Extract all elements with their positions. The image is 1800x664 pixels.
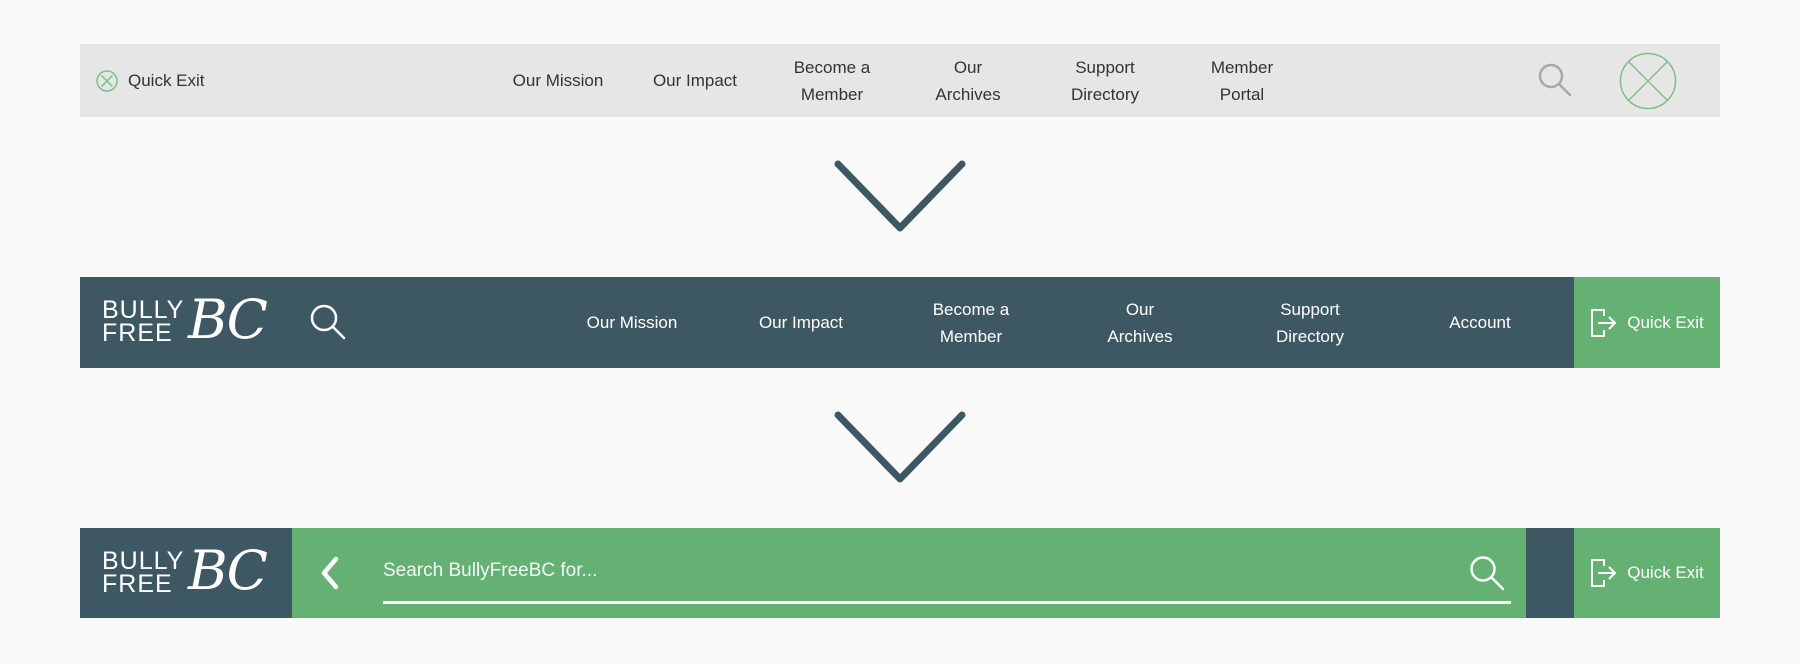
search-open-bar: BULLY FREE BC Quick Exit [80,528,1720,618]
nav-support-directory[interactable]: Support Directory [1235,277,1385,368]
bullyfreebc-logo[interactable]: BULLY FREE BC [102,542,272,602]
nav-label-line1: Our [1125,299,1155,319]
search-icon[interactable] [308,302,350,344]
exit-door-icon [1591,559,1617,587]
nav-our-impact[interactable]: Our Impact [627,44,763,117]
nav-our-impact[interactable]: Our Impact [726,277,876,368]
nav-label-line1: Our [953,57,983,77]
nav-our-archives[interactable]: Our Archives [1065,277,1215,368]
nav-label: Our Mission [512,71,604,90]
wireframe-nav-bar: Quick Exit Our Mission Our Impact Become… [80,44,1720,117]
exit-door-icon [1591,308,1617,337]
nav-label-line2: Archives [935,84,1001,104]
logo-script: BC [188,288,268,351]
nav-member-portal[interactable]: Member Portal [1174,44,1310,117]
nav-label: Account [1449,313,1511,332]
logo-wordmark: BULLY FREE [102,298,184,347]
header-bar: BULLY FREE BC Our Mission Our Impact Bec… [80,277,1720,368]
quick-exit-label: Quick Exit [1627,563,1704,582]
nav-account[interactable]: Account [1405,277,1555,368]
nav-label-line2: Directory [1275,326,1344,346]
nav-label-line1: Support [1075,57,1135,77]
search-panel [292,528,1526,618]
bullyfreebc-logo[interactable]: BULLY FREE BC [102,291,272,351]
nav-label-line2: Directory [1070,84,1139,104]
nav-label: Our Impact [758,313,844,332]
chevron-left-icon[interactable] [318,555,342,591]
logo-wordmark: BULLY FREE [102,549,184,598]
chevron-down-icon [834,411,966,483]
circle-x-icon[interactable] [1618,51,1678,111]
logo-line2: FREE [102,319,173,347]
quick-exit-label: Quick Exit [1627,312,1704,332]
search-input-underline [383,601,1511,604]
nav-label: Our Impact [652,71,738,90]
search-icon[interactable] [1536,61,1576,101]
logo-script: BC [188,539,268,602]
logo-line2: FREE [102,570,173,598]
search-input[interactable] [383,548,1423,594]
search-icon[interactable] [1468,554,1508,594]
nav-support-directory[interactable]: Support Directory [1037,44,1173,117]
nav-label-line2: Member [800,84,864,104]
nav-label-line1: Member [1210,57,1274,77]
nav-our-mission[interactable]: Our Mission [557,277,707,368]
nav-label-line1: Support [1280,299,1340,319]
chevron-down-icon [834,160,966,232]
nav-label-line2: Archives [1107,326,1173,346]
quick-exit-button[interactable]: Quick Exit [1574,277,1720,368]
nav-label-line1: Become a [793,57,871,77]
nav-label-line2: Member [939,326,1003,346]
quick-exit-button[interactable]: Quick Exit [1574,528,1720,618]
nav-label-line2: Portal [1219,84,1265,104]
nav-our-mission[interactable]: Our Mission [490,44,626,117]
nav-become-a-member[interactable]: Become a Member [896,277,1046,368]
nav-become-a-member[interactable]: Become a Member [764,44,900,117]
nav-label-line1: Become a [932,299,1010,319]
wireframe-nav: Our Mission Our Impact Become a Member Ou… [80,44,1720,117]
nav-label: Our Mission [586,313,678,332]
nav-our-archives[interactable]: Our Archives [900,44,1036,117]
